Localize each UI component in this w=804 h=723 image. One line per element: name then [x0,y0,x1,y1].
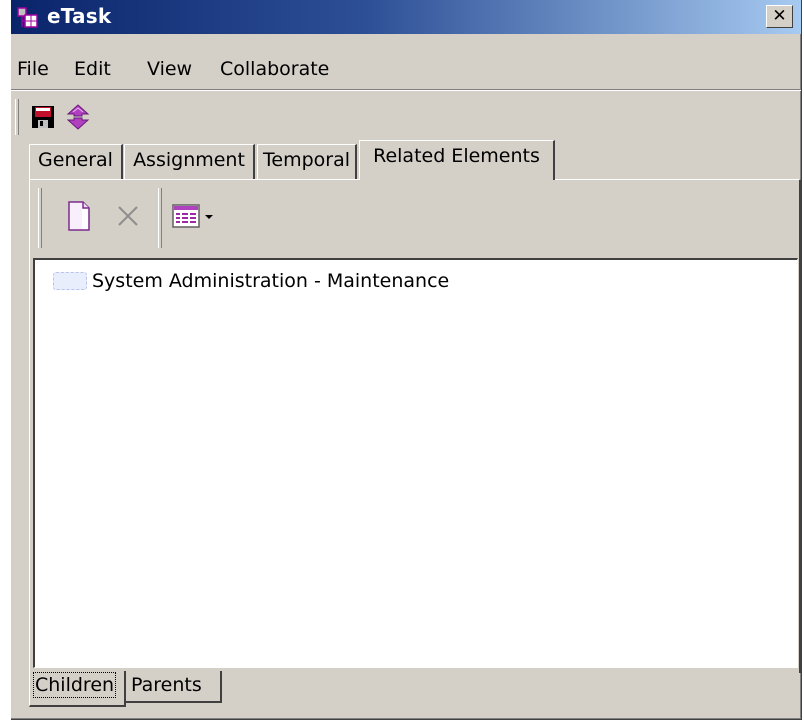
related-toolbar-grip[interactable] [38,188,42,248]
related-elements-panel: System Administration - Maintenance [29,179,801,673]
tab-related-elements-label: Related Elements [373,145,540,167]
tab-children[interactable]: Children [29,671,126,707]
save-icon[interactable] [30,104,56,130]
refresh-icon[interactable] [63,102,93,132]
tab-related-elements[interactable]: Related Elements [359,140,555,180]
tab-children-label: Children [32,672,117,698]
tab-parents[interactable]: Parents [126,671,222,703]
tab-temporal[interactable]: Temporal [257,144,357,180]
etask-window: eTask ✕ File Edit View Collaborate Gener… [11,0,802,720]
close-button[interactable]: ✕ [766,5,793,28]
tab-general[interactable]: General [29,144,123,180]
menu-edit[interactable]: Edit [74,58,111,80]
related-elements-list[interactable]: System Administration - Maintenance [33,258,798,668]
toolbar-grip[interactable] [15,99,19,135]
related-toolbar-separator [158,188,162,248]
dropdown-arrow-icon[interactable] [204,214,214,220]
etask-app-icon [17,7,38,28]
menu-view[interactable]: View [147,58,192,80]
delete-icon[interactable] [116,204,140,228]
tab-general-label: General [38,149,113,171]
new-document-icon[interactable] [66,200,92,232]
list-item-label: System Administration - Maintenance [92,270,450,292]
window-title: eTask [47,4,112,28]
related-toolbar [36,182,796,254]
tab-parents-label: Parents [131,674,202,696]
tab-assignment-label: Assignment [133,149,245,171]
table-view-icon[interactable] [172,204,200,228]
title-bar[interactable]: eTask ✕ [11,0,801,34]
close-icon: ✕ [772,6,787,26]
tab-assignment[interactable]: Assignment [124,144,255,180]
task-node-icon [53,272,87,290]
list-item[interactable]: System Administration - Maintenance [53,270,449,292]
menu-collaborate[interactable]: Collaborate [220,58,329,80]
menu-separator [11,89,801,91]
tab-temporal-label: Temporal [263,149,350,171]
menu-file[interactable]: File [17,58,49,80]
menu-bar: File Edit View Collaborate [11,54,801,86]
